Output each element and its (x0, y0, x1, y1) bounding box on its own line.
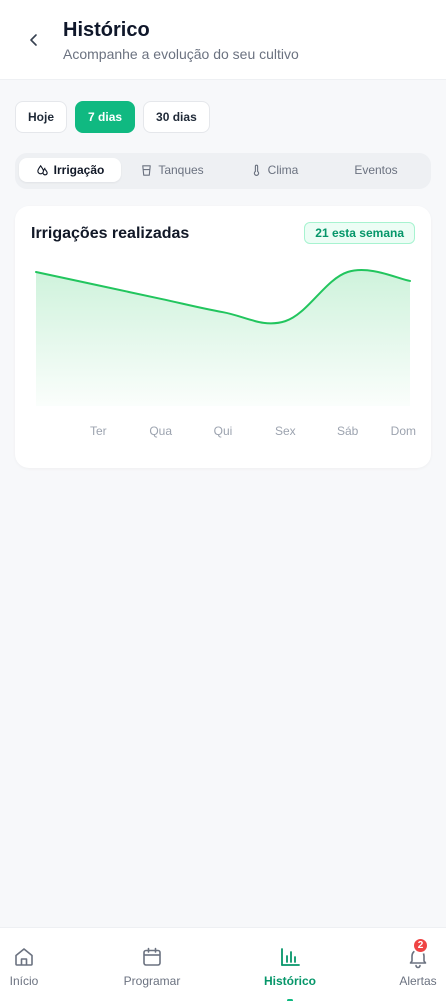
x-tick-label: Qua (149, 424, 172, 438)
tab-eventos-label: Eventos (354, 163, 398, 177)
chart-area-fill (36, 269, 410, 406)
nav-label-alertas: Alertas (399, 974, 437, 988)
nav-item-historico[interactable]: Histórico (250, 928, 330, 1001)
bottom-nav: Início Programar Histórico 2 Alertas (0, 927, 446, 1001)
x-tick-label: Qui (214, 424, 233, 438)
page-subtitle: Acompanhe a evolução do seu cultivo (63, 46, 299, 62)
tab-irrigacao-label: Irrigação (53, 163, 105, 177)
tank-icon (142, 164, 152, 176)
range-selector: Hoje 7 dias 30 dias (15, 101, 210, 133)
nav-label-programar: Programar (123, 974, 181, 988)
tab-tanques[interactable]: Tanques (121, 158, 223, 182)
alerts-count-badge: 2 (412, 937, 429, 954)
tab-irrigacao[interactable]: Irrigação (19, 158, 121, 182)
x-tick-label: Sáb (337, 424, 359, 438)
x-tick-label: Ter (90, 424, 107, 438)
droplets-icon (36, 164, 48, 175)
nav-item-inicio[interactable]: Início (0, 928, 48, 1001)
chart-x-axis: Ter Qua Qui Sex Sáb Dom (90, 424, 416, 438)
bar-chart-icon (281, 948, 300, 966)
thermometer-icon (253, 164, 259, 176)
home-icon (15, 948, 33, 966)
tab-clima[interactable]: Clima (223, 158, 325, 182)
range-today-button[interactable]: Hoje (15, 101, 68, 133)
header: Histórico Acompanhe a evolução do seu cu… (0, 0, 446, 80)
back-button[interactable] (20, 26, 48, 54)
nav-label-historico: Histórico (263, 974, 316, 988)
page-title: Histórico (63, 19, 150, 41)
weekly-count-badge: 21 esta semana (304, 222, 415, 244)
history-tabs: Irrigação Tanques Clima Eventos (15, 153, 431, 189)
calendar-icon (143, 947, 161, 966)
x-tick-label: Sex (275, 424, 296, 438)
tab-eventos[interactable]: Eventos (325, 158, 427, 182)
tab-clima-label: Clima (267, 163, 299, 177)
range-7-days-button[interactable]: 7 dias (75, 101, 136, 133)
nav-label-inicio: Início (9, 974, 39, 988)
nav-item-programar[interactable]: Programar (104, 928, 200, 1001)
x-tick-label: Dom (391, 424, 416, 438)
irrigation-chart: Ter Qua Qui Sex Sáb Dom (35, 269, 416, 438)
tab-tanques-label: Tanques (158, 163, 204, 177)
irrigation-chart-card: Ter Qua Qui Sex Sáb Dom Irrigações realizadas… (15, 206, 431, 468)
nav-item-alertas[interactable]: 2 Alertas (392, 928, 444, 1001)
card-title: Irrigações realizadas (31, 225, 190, 242)
chevron-left-icon (30, 34, 37, 46)
range-30-days-button[interactable]: 30 dias (143, 101, 210, 133)
